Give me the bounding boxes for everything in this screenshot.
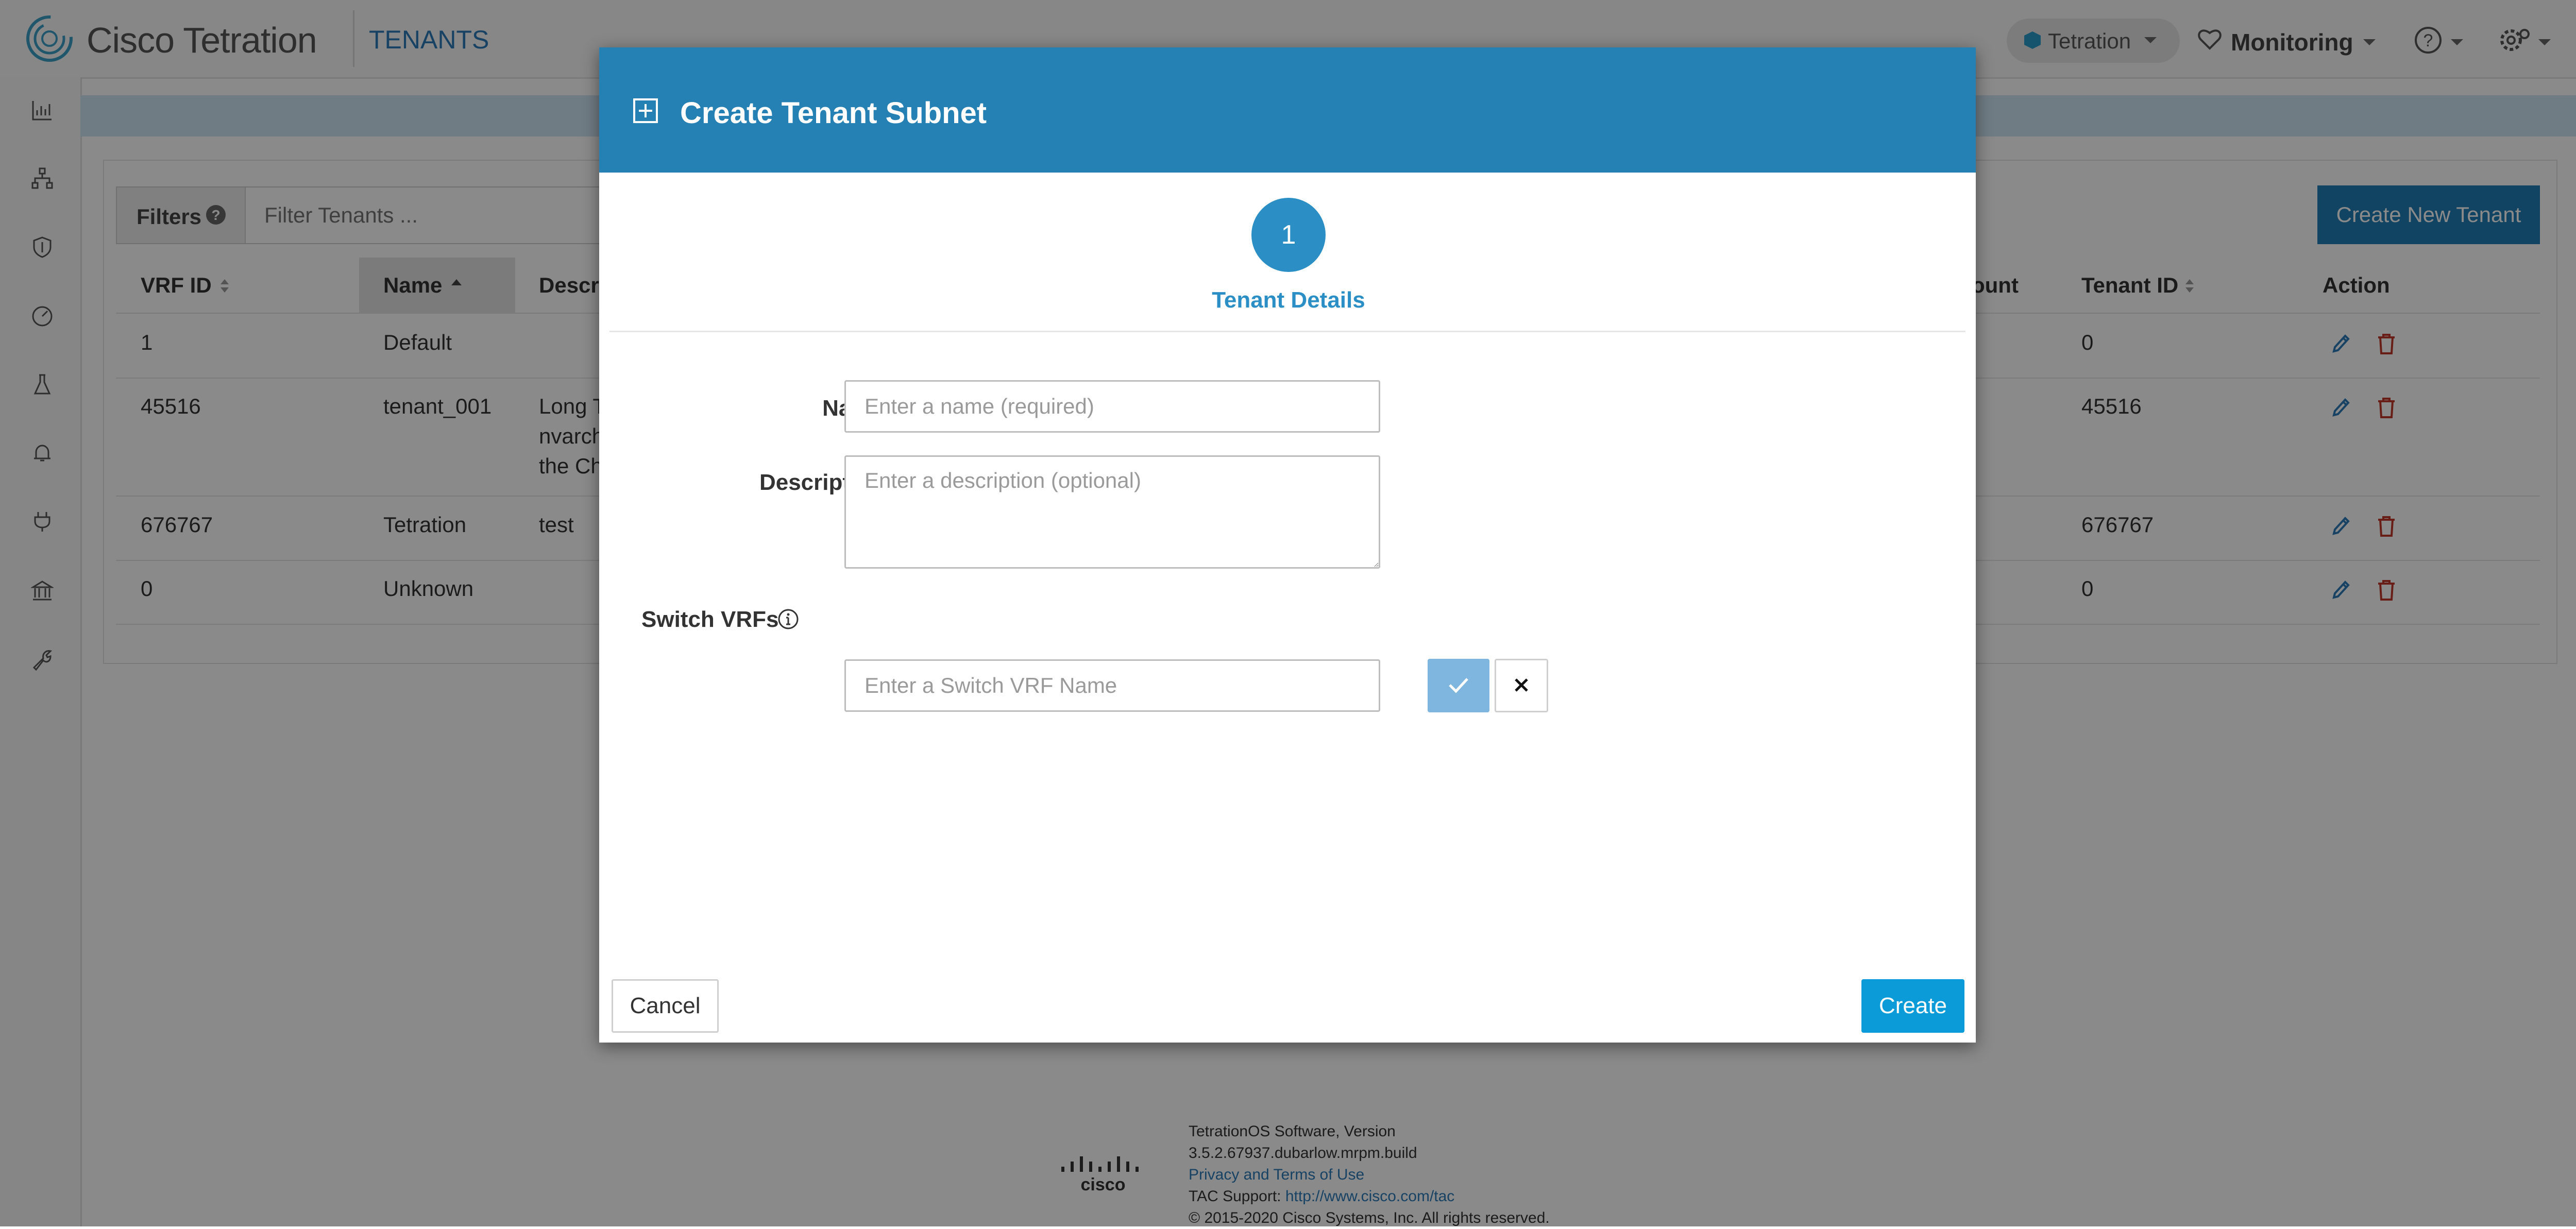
create-tenant-subnet-dialog: Create Tenant Subnet 1 Tenant Details Na… bbox=[599, 47, 1976, 1043]
description-textarea[interactable] bbox=[844, 455, 1380, 569]
switch-vrf-name-input[interactable] bbox=[844, 659, 1380, 712]
info-icon[interactable] bbox=[777, 608, 800, 630]
dialog-title: Create Tenant Subnet bbox=[680, 96, 987, 130]
clear-switch-vrf-button[interactable] bbox=[1495, 659, 1548, 712]
plus-square-icon bbox=[633, 98, 658, 123]
name-input[interactable] bbox=[844, 380, 1380, 433]
close-icon bbox=[1515, 678, 1528, 692]
switch-vrfs-label: Switch VRFs bbox=[641, 607, 779, 632]
create-button[interactable]: Create bbox=[1861, 979, 1964, 1033]
step-label: Tenant Details bbox=[1212, 287, 1365, 313]
add-switch-vrf-button[interactable] bbox=[1428, 659, 1489, 712]
step-divider bbox=[609, 331, 1965, 332]
cancel-button[interactable]: Cancel bbox=[612, 979, 719, 1033]
dialog-header: Create Tenant Subnet bbox=[599, 47, 1976, 173]
step-number-badge: 1 bbox=[1251, 198, 1326, 272]
checkmark-icon bbox=[1449, 677, 1468, 693]
